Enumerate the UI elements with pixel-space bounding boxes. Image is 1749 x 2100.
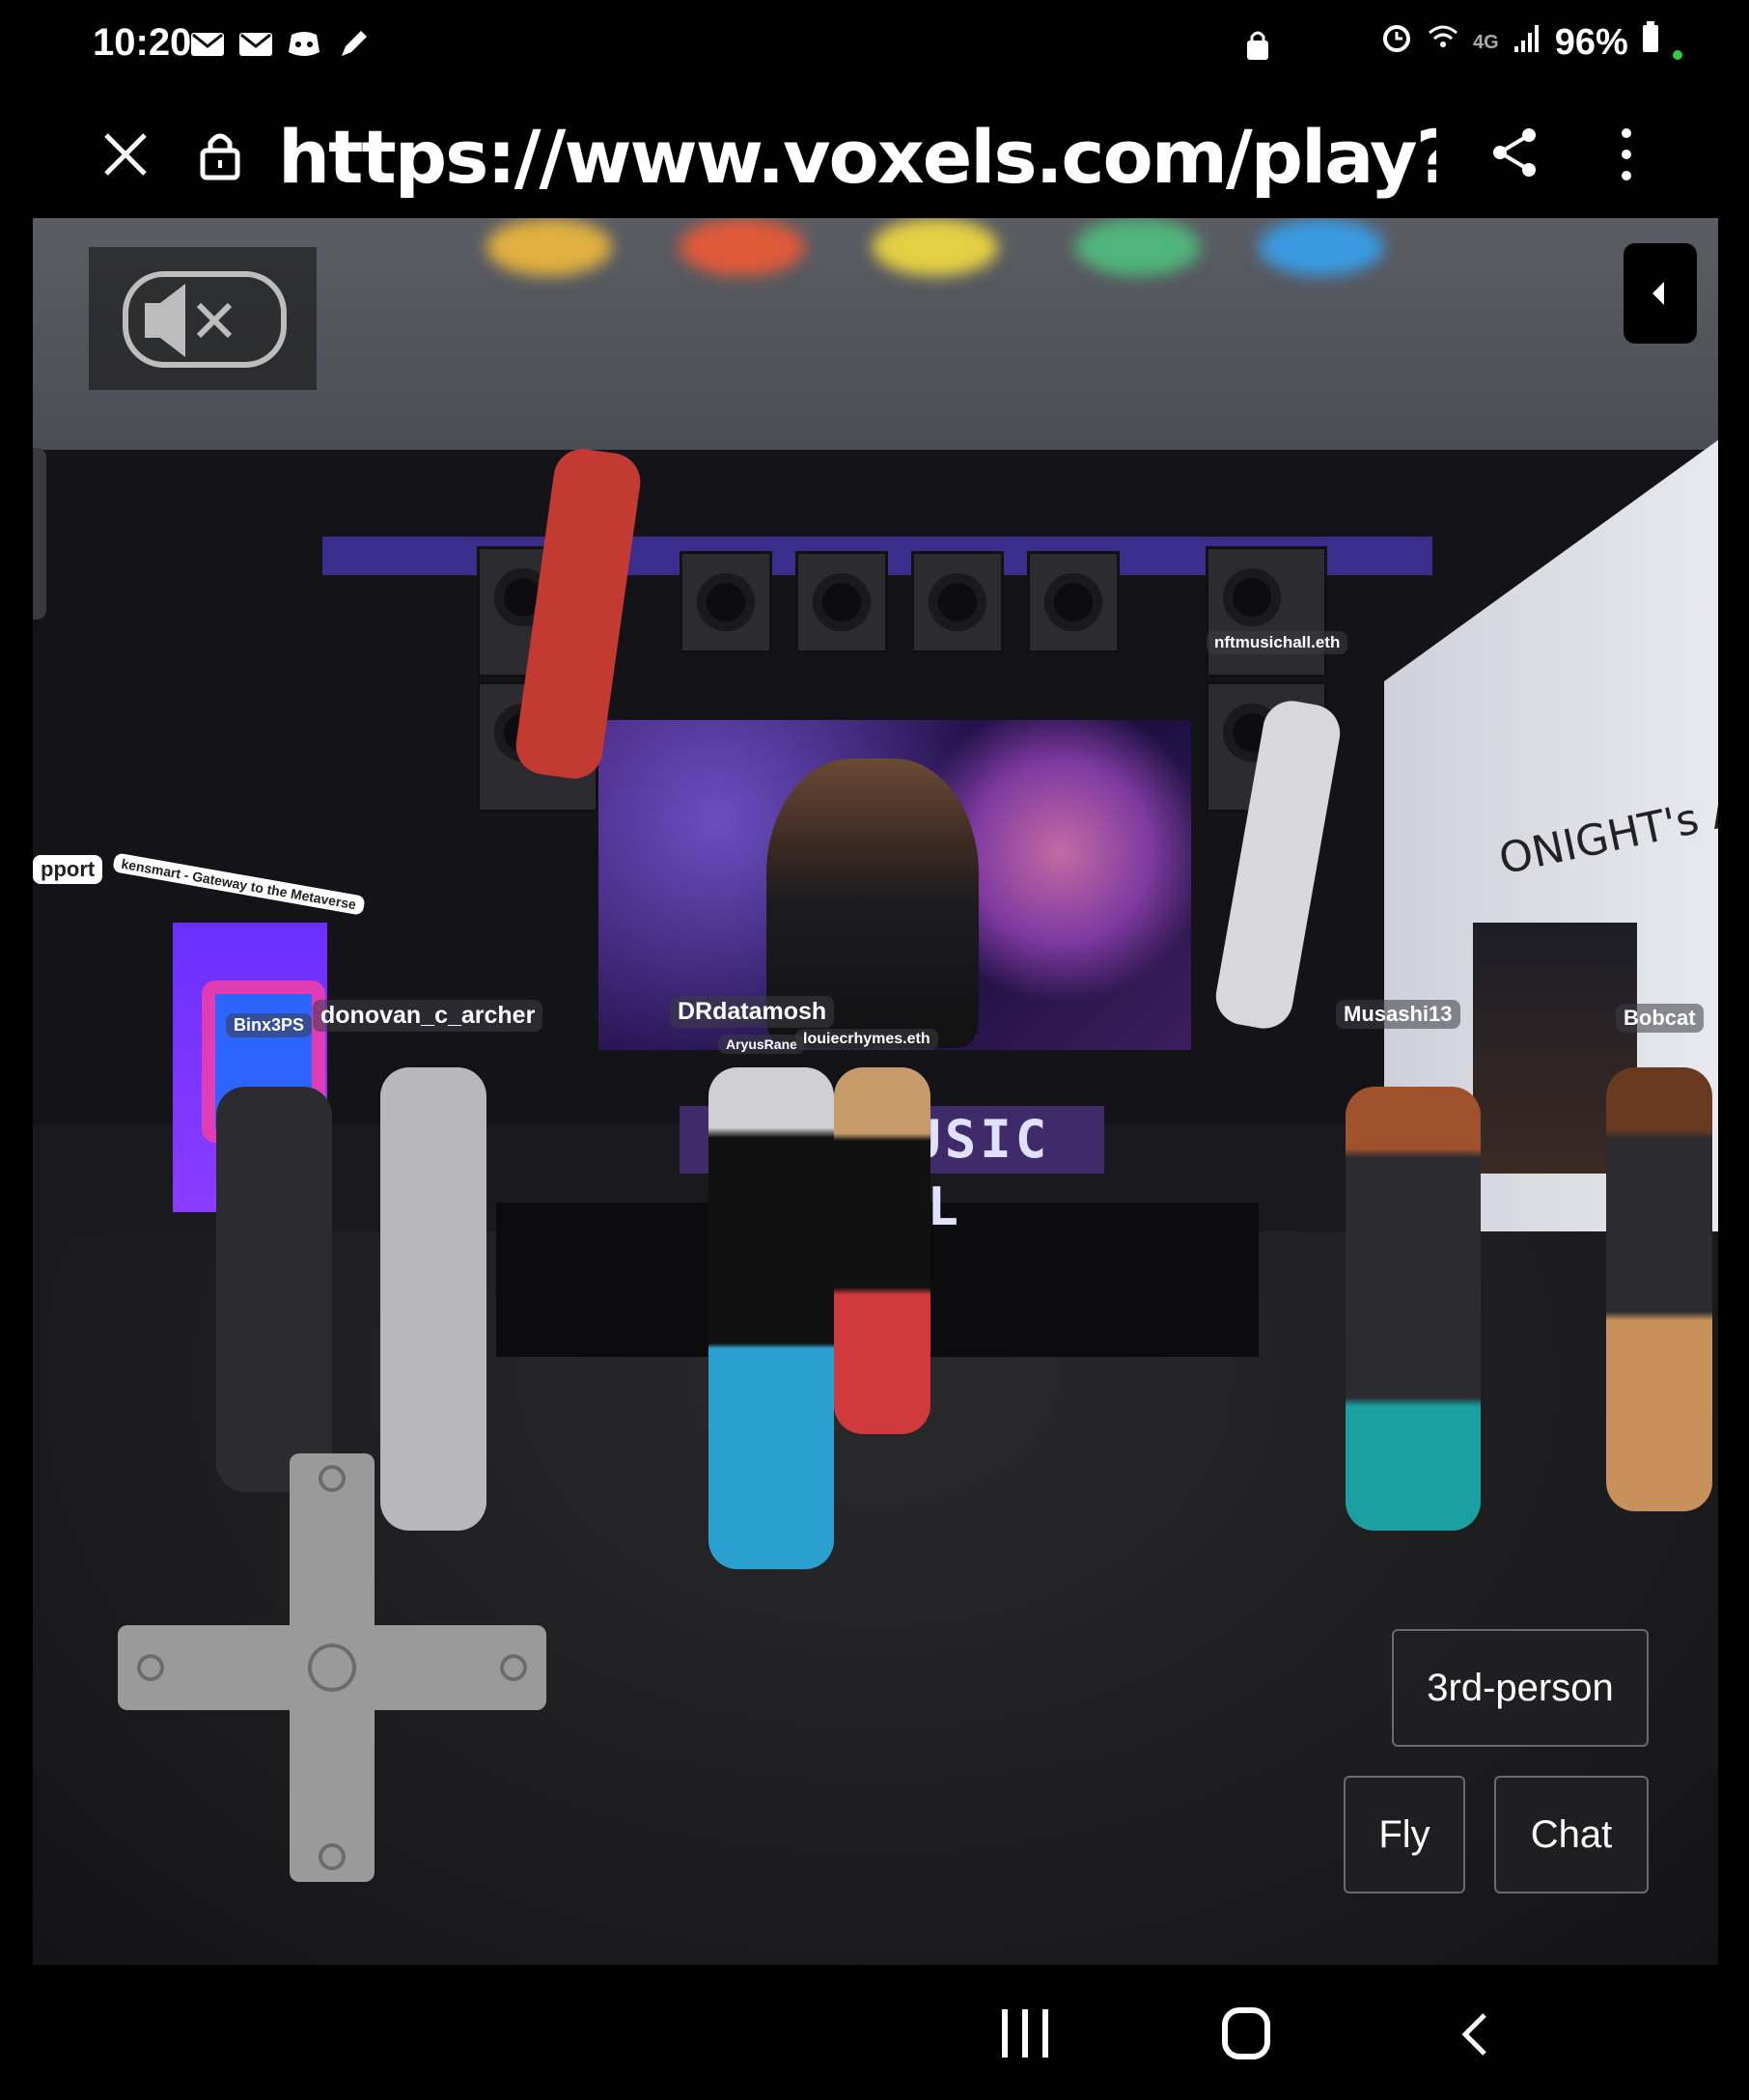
dpad-up[interactable] [319, 1465, 346, 1492]
dpad-right[interactable] [500, 1654, 527, 1681]
light-spot [873, 218, 998, 276]
light-spot [680, 218, 805, 276]
avatar-figure[interactable] [1606, 1067, 1712, 1511]
browser-address-bar: https://www.voxels.com/play?coord... [0, 97, 1749, 217]
speaker [1206, 546, 1327, 677]
movement-dpad[interactable] [118, 1453, 546, 1882]
collapse-panel-button[interactable] [1624, 243, 1697, 344]
app-lock-icon [1245, 29, 1270, 67]
close-icon[interactable] [97, 125, 154, 183]
third-person-button[interactable]: 3rd-person [1392, 1629, 1649, 1747]
avatar-figure[interactable] [1346, 1087, 1481, 1531]
dpad-left[interactable] [137, 1654, 164, 1681]
system-nav-bar [0, 1965, 1749, 2100]
mail-icon [237, 25, 274, 62]
speaker [1027, 551, 1120, 653]
dpad-down[interactable] [319, 1843, 346, 1870]
world-viewport[interactable]: ONIGHT's AR NFT MUSIC HALL nftmusichall.… [33, 218, 1718, 1965]
avatar-figure[interactable] [216, 1087, 332, 1492]
speaker [795, 551, 888, 653]
mail-icon [189, 25, 226, 62]
nametag: Binx3PS [226, 1013, 313, 1037]
nametag: nftmusichall.eth [1207, 631, 1348, 654]
light-spot [486, 218, 612, 276]
lock-icon[interactable] [193, 127, 247, 181]
nametag: AryusRane [718, 1035, 805, 1054]
light-spot [1259, 218, 1384, 276]
fly-button[interactable]: Fly [1344, 1776, 1465, 1893]
alarm-icon [1380, 21, 1413, 64]
more-options-icon[interactable] [1612, 124, 1641, 185]
avatar-figure[interactable] [834, 1067, 930, 1434]
light-spot [1075, 218, 1201, 276]
share-icon[interactable] [1486, 124, 1544, 181]
notification-icons [189, 25, 371, 62]
speaker [911, 551, 1004, 653]
privacy-dot [1672, 50, 1682, 60]
avatar-figure[interactable] [708, 1067, 834, 1569]
discord-icon [286, 25, 322, 62]
nametag: donovan_c_archer [313, 1000, 543, 1032]
status-time: 10:20 [93, 21, 192, 64]
back-icon[interactable] [1459, 2011, 1488, 2058]
network-type: 4G [1473, 31, 1499, 53]
nametag: Bobcat [1616, 1004, 1704, 1033]
url-text[interactable]: https://www.voxels.com/play?coord... [278, 114, 1436, 200]
battery-percent: 96% [1554, 21, 1628, 63]
recents-icon[interactable] [1002, 2009, 1048, 2058]
status-right: 4G 96% [1380, 21, 1682, 64]
status-bar: 10:20 4G 96% [0, 0, 1749, 97]
nametag: Musashi13 [1336, 1000, 1460, 1029]
wifi-icon [1427, 21, 1459, 64]
home-icon[interactable] [1222, 2007, 1270, 2059]
signal-icon [1513, 22, 1541, 64]
pen-icon [334, 25, 371, 62]
speaker [680, 551, 772, 653]
dpad-center[interactable] [308, 1644, 356, 1692]
side-panel-tab[interactable] [33, 448, 46, 620]
chat-button[interactable]: Chat [1494, 1776, 1649, 1893]
mute-toggle-button[interactable] [89, 247, 317, 390]
nametag: DRdatamosh [670, 996, 835, 1028]
nametag: louiecrhymes.eth [795, 1029, 938, 1050]
left-support-text: pport [33, 855, 103, 884]
battery-icon [1642, 21, 1659, 64]
